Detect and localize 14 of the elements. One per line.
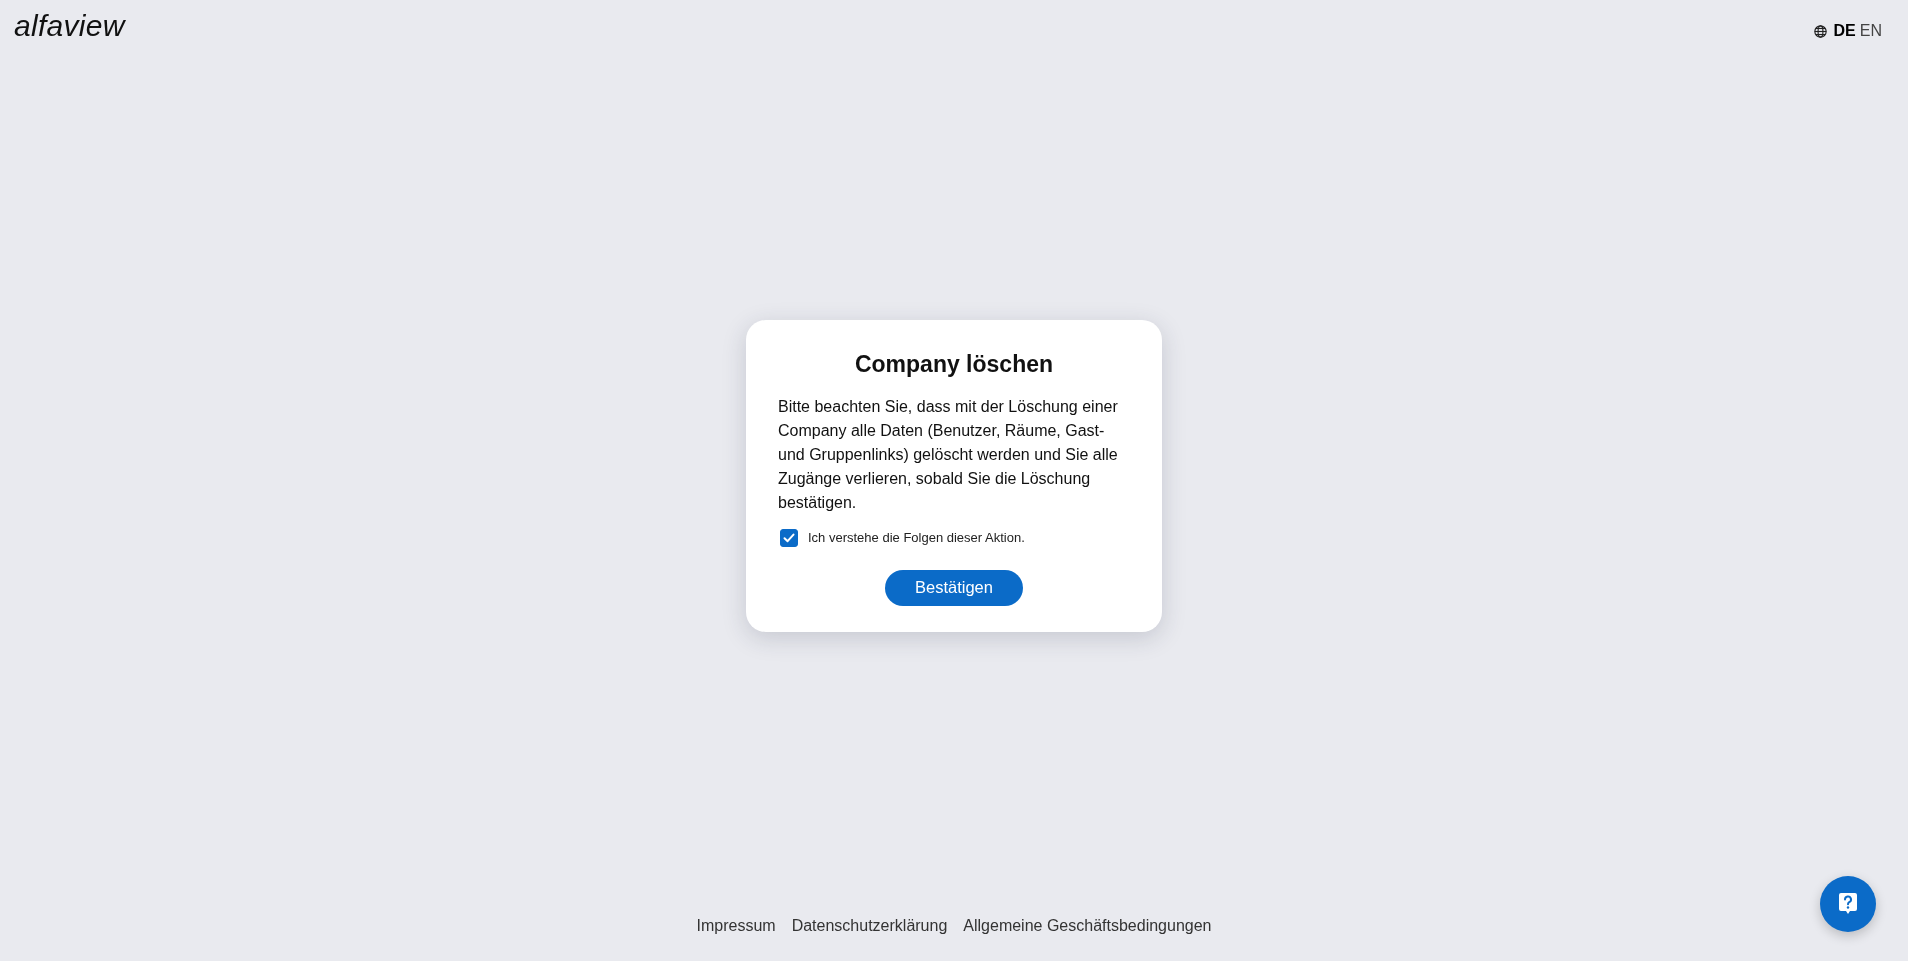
- help-bubble-icon: [1839, 893, 1857, 915]
- help-button[interactable]: [1820, 876, 1876, 932]
- language-option[interactable]: DE: [1833, 22, 1856, 40]
- footer-link[interactable]: Datenschutzerklärung: [791, 917, 948, 935]
- checkbox[interactable]: [780, 528, 798, 547]
- footer-link[interactable]: Impressum: [696, 917, 776, 935]
- confirm-button[interactable]: Bestätigen: [885, 569, 1023, 606]
- checkbox-label: Ich verstehe die Folgen dieser Aktion.: [808, 530, 1025, 546]
- logo: alfaview: [14, 8, 125, 44]
- language-option[interactable]: EN: [1859, 22, 1882, 40]
- dialog-title: Company löschen: [853, 350, 1055, 380]
- dialog-message: Bitte beachten Sie, dass mit der Löschung einer Company alle Daten (Benutzer, Räume, Gast- und Gruppenlinks) gelöscht werden und Sie alle Zugänge verlieren, sobald Sie die Löschung bestätigen.: [778, 396, 1119, 513]
- globe-icon: [1813, 24, 1827, 38]
- footer-link[interactable]: Allgemeine Geschäftsbedingungen: [963, 917, 1212, 935]
